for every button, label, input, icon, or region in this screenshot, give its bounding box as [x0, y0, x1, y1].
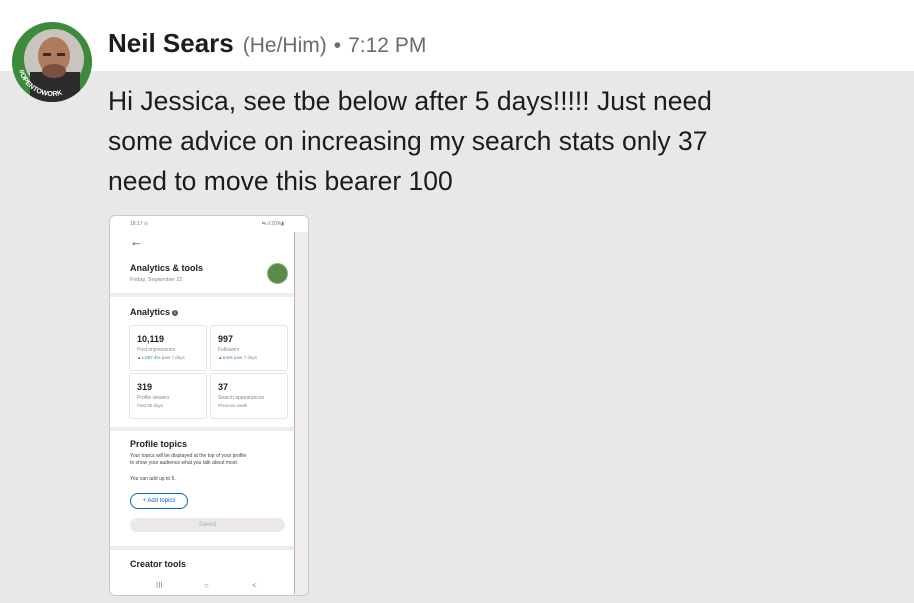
- stat-label: Followers: [218, 347, 240, 353]
- status-indicators: ⇆.ıl 20%▮: [261, 221, 284, 227]
- creator-tools-card: Creator tools: [110, 550, 294, 578]
- page-title: Analytics & tools: [130, 263, 204, 273]
- phone-status-bar: 18:17 ⊙ ⇆.ıl 20%▮: [110, 216, 308, 232]
- stat-value: 997: [218, 334, 234, 344]
- analytics-card: Analytics i 10,119 Post impressions ▲1,69…: [110, 297, 294, 427]
- info-icon: i: [172, 309, 179, 316]
- creator-tools-heading: Creator tools: [130, 559, 187, 569]
- stat-card: 319 Profile viewers Past 90 days: [129, 373, 207, 419]
- message-line: need to move this bearer 100: [108, 166, 453, 196]
- sender-pronouns: (He/Him): [242, 34, 327, 57]
- avatar[interactable]: #OPENTOWORK: [12, 22, 92, 102]
- profile-topics-heading: Profile topics: [130, 439, 188, 449]
- stat-label: Search appearances: [218, 395, 265, 401]
- add-topics-button: + Add topics: [130, 493, 188, 509]
- stat-card: 10,119 Post impressions ▲1,697.4% past 7…: [129, 325, 207, 371]
- image-attachment[interactable]: 18:17 ⊙ ⇆.ıl 20%▮ ← Analytics & tools Fr…: [109, 215, 309, 596]
- sender-name[interactable]: Neil Sears: [108, 28, 234, 59]
- stat-value: 37: [218, 382, 229, 392]
- svg-text:#OPENTOWORK: #OPENTOWORK: [17, 69, 63, 98]
- message-line: Hi Jessica, see tbe below after 5 days!!…: [108, 86, 712, 116]
- stat-change: ▲6.6% past 7 days: [218, 355, 257, 360]
- stat-label: Post impressions: [137, 347, 176, 353]
- profile-topics-desc: Your topics will be displayed at the top…: [130, 453, 247, 466]
- stat-change: ▲1,697.4% past 7 days: [137, 355, 185, 360]
- separator-dot: •: [333, 34, 342, 57]
- stat-label: Profile viewers: [137, 395, 170, 401]
- analytics-header-card: ← Analytics & tools Friday, September 22: [110, 232, 294, 293]
- add-limit-text: You can add up to 5.: [130, 476, 176, 482]
- stat-card: 997 Followers ▲6.6% past 7 days: [210, 325, 288, 371]
- analytics-heading: Analytics i: [130, 307, 179, 317]
- open-to-work-badge: #OPENTOWORK: [17, 69, 63, 98]
- status-time: 18:17 ⊙: [130, 221, 149, 227]
- stat-change: Past 90 days: [137, 403, 164, 408]
- message-line: some advice on increasing my search stat…: [108, 126, 708, 156]
- phone-nav-bar: III ○ <: [110, 578, 294, 595]
- saved-button: Saved: [130, 518, 285, 532]
- stat-change: Previous week: [218, 403, 248, 408]
- phone-scrollbar: [294, 232, 295, 594]
- recents-icon: III: [156, 581, 163, 590]
- stat-card: 37 Search appearances Previous week: [210, 373, 288, 419]
- stat-value: 10,119: [137, 334, 165, 344]
- message-timestamp: 7:12 PM: [348, 34, 427, 57]
- message-header: Neil Sears (He/Him) • 7:12 PM: [108, 28, 426, 60]
- home-icon: ○: [204, 581, 209, 590]
- back-icon: <: [252, 581, 257, 590]
- page-date: Friday, September 22: [130, 277, 183, 283]
- avatar-small: [267, 263, 288, 284]
- message-body: Hi Jessica, see tbe below after 5 days!!…: [108, 81, 808, 201]
- stat-value: 319: [137, 382, 153, 392]
- arrow-left-icon: ←: [130, 234, 143, 249]
